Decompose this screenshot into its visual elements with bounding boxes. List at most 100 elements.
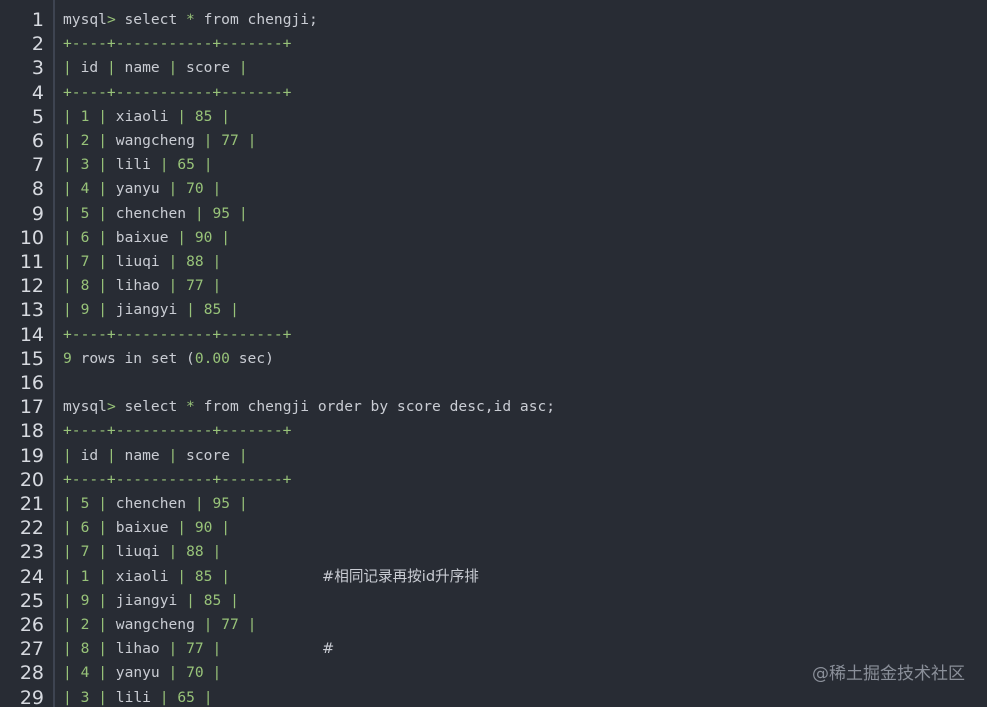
cell-number: 85 <box>194 108 213 125</box>
code-token: id <box>71 59 107 76</box>
cell-text: baixue <box>115 229 169 246</box>
table-row: | 4 | yanyu | 70 | <box>63 661 221 685</box>
table-row: | 9 | jiangyi | 85 | <box>63 298 239 322</box>
cell-number: 88 <box>186 253 204 270</box>
line-number: 22 <box>19 517 44 539</box>
table-pipe: | <box>63 301 72 318</box>
cell-text: jiangyi <box>115 301 178 318</box>
line-number: 4 <box>31 82 44 104</box>
code-token: | <box>106 447 116 464</box>
table-pipe: | <box>98 277 107 294</box>
code-token: 9 <box>63 350 72 367</box>
table-row: | 1 | xiaoli | 85 | <box>63 565 230 589</box>
code-token: score <box>177 447 239 464</box>
table-row: | 1 | xiaoli | 85 | <box>63 105 230 129</box>
cell-text: liuqi <box>115 253 160 270</box>
code-token: +----+-----------+-------+ <box>63 422 292 439</box>
cell-number: 77 <box>221 616 239 633</box>
line-number: 8 <box>31 178 44 200</box>
cell-number: 95 <box>212 495 231 512</box>
table-pipe: | <box>63 108 72 125</box>
code-line: +----+-----------+-------+ <box>63 81 291 105</box>
table-pipe: | <box>98 205 107 222</box>
table-pipe: | <box>63 519 72 536</box>
line-number: 23 <box>19 541 44 563</box>
table-pipe: | <box>168 664 178 681</box>
table-pipe: | <box>221 229 231 246</box>
table-pipe: | <box>230 592 239 609</box>
cell-text: baixue <box>115 519 169 536</box>
code-token: name <box>115 59 169 76</box>
table-row: | 6 | baixue | 90 | <box>63 226 230 250</box>
table-pipe: | <box>168 180 178 197</box>
table-pipe: | <box>212 253 222 270</box>
code-token: | <box>238 59 248 76</box>
table-row: | 7 | liuqi | 88 | <box>63 250 221 274</box>
code-line: +----+-----------+-------+ <box>63 323 291 347</box>
table-row: | 2 | wangcheng | 77 | <box>63 613 256 637</box>
code-token: +----+-----------+-------+ <box>63 84 292 101</box>
cell-number: 90 <box>194 519 213 536</box>
line-number: 10 <box>19 227 44 249</box>
line-number: 16 <box>19 372 44 394</box>
code-token: from chengji; <box>194 11 318 28</box>
code-token: name <box>115 447 169 464</box>
code-token: 0.00 <box>194 350 230 367</box>
code-token: +----+-----------+-------+ <box>63 326 292 343</box>
table-row: | 2 | wangcheng | 77 | <box>63 129 256 153</box>
cell-text: yanyu <box>115 180 160 197</box>
code-token: rows in set ( <box>71 350 195 367</box>
table-pipe: | <box>98 253 107 270</box>
line-number: 19 <box>19 445 44 467</box>
cell-text: wangcheng <box>115 616 195 633</box>
table-pipe: | <box>238 205 248 222</box>
cell-number: 95 <box>212 205 231 222</box>
line-number: 27 <box>19 638 44 660</box>
table-pipe: | <box>168 253 178 270</box>
table-pipe: | <box>168 543 178 560</box>
table-pipe: | <box>63 156 72 173</box>
table-pipe: | <box>212 180 222 197</box>
code-editor[interactable]: 1 2 3 4 5 6 7 8 9 10 11 12 13 14 15 16 17 18 19 20 21 22 23 24 2… <box>0 0 987 707</box>
table-pipe: | <box>98 568 107 585</box>
code-token: | <box>63 447 72 464</box>
code-token: | <box>63 59 72 76</box>
table-pipe: | <box>98 108 107 125</box>
line-number: 12 <box>19 275 44 297</box>
line-number: 25 <box>19 590 44 612</box>
code-area[interactable]: mysql> select * from chengji; +----+-----… <box>55 0 987 707</box>
cell-text: xiaoli <box>115 108 169 125</box>
watermark: @稀土掘金技术社区 <box>812 664 965 684</box>
code-token: > <box>106 398 116 415</box>
cell-number: 90 <box>194 229 213 246</box>
table-pipe: | <box>221 108 231 125</box>
table-row: | 5 | chenchen | 95 | <box>63 492 248 516</box>
cell-number: 70 <box>186 664 204 681</box>
table-pipe: | <box>98 543 107 560</box>
